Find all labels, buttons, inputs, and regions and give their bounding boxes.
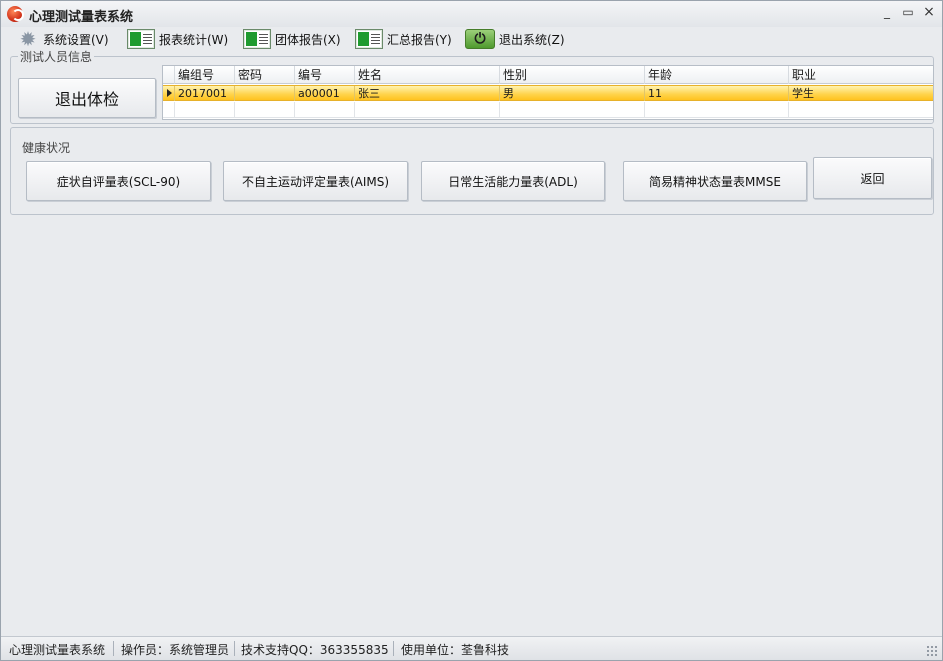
power-icon: ⏻ bbox=[465, 29, 495, 49]
column-header[interactable]: 年龄 bbox=[644, 66, 788, 84]
table-cell[interactable] bbox=[294, 102, 354, 117]
menu-label: 报表统计(W) bbox=[159, 32, 229, 47]
status-divider bbox=[393, 641, 394, 656]
spreadsheet-icon bbox=[243, 29, 271, 49]
table-cell[interactable] bbox=[644, 102, 788, 117]
app-logo-icon bbox=[7, 6, 24, 22]
table-cell[interactable] bbox=[788, 102, 933, 117]
menu-label: 汇总报告(Y) bbox=[387, 32, 452, 47]
menu-system-settings[interactable]: ✹ 系统设置(V) bbox=[17, 28, 109, 50]
table-cell[interactable]: a00001 bbox=[294, 86, 354, 101]
app-window: 心理测试量表系统 _ ▭ × ✹ 系统设置(V) 报表统计(W) 团体报告(X)… bbox=[0, 0, 943, 661]
scl90-button[interactable]: 症状自评量表(SCL-90) bbox=[26, 161, 211, 201]
menu-report-stats[interactable]: 报表统计(W) bbox=[127, 28, 228, 50]
table-cell[interactable]: 11 bbox=[644, 86, 788, 101]
person-grid: 编组号 密码 编号 姓名 性别 年龄 职业 2017001 a00001 张三 … bbox=[162, 65, 934, 120]
status-operator: 操作员：系统管理员 bbox=[121, 643, 230, 657]
column-header[interactable]: 职业 bbox=[788, 66, 933, 84]
table-cell[interactable] bbox=[499, 102, 644, 117]
spreadsheet-icon bbox=[127, 29, 155, 49]
table-cell[interactable]: 学生 bbox=[788, 86, 933, 101]
exit-exam-button[interactable]: 退出体检 bbox=[18, 78, 156, 118]
table-cell[interactable]: 2017001 bbox=[174, 86, 234, 101]
menu-exit-system[interactable]: ⏻ 退出系统(Z) bbox=[465, 28, 565, 50]
gear-icon: ✹ bbox=[19, 27, 37, 51]
menu-label: 团体报告(X) bbox=[275, 32, 341, 47]
table-cell[interactable]: 张三 bbox=[354, 86, 499, 101]
status-support: 技术支持QQ：363355835 bbox=[241, 643, 389, 657]
menu-bar: ✹ 系统设置(V) 报表统计(W) 团体报告(X) 汇总报告(Y) ⏻ 退出系统… bbox=[1, 27, 942, 51]
status-bar: 心理测试量表系统 操作员：系统管理员 技术支持QQ：363355835 使用单位… bbox=[1, 636, 942, 660]
column-header[interactable]: 编号 bbox=[294, 66, 354, 84]
menu-summary-report[interactable]: 汇总报告(Y) bbox=[355, 28, 452, 50]
menu-label: 系统设置(V) bbox=[43, 32, 109, 47]
adl-button[interactable]: 日常生活能力量表(ADL) bbox=[421, 161, 605, 201]
table-cell[interactable] bbox=[234, 86, 294, 101]
column-header[interactable]: 姓名 bbox=[354, 66, 499, 84]
menu-label: 退出系统(Z) bbox=[499, 32, 565, 47]
status-divider bbox=[113, 641, 114, 656]
table-row-new[interactable] bbox=[163, 102, 933, 118]
person-info-label: 测试人员信息 bbox=[18, 48, 95, 65]
status-app-name: 心理测试量表系统 bbox=[9, 643, 106, 657]
health-status-label: 健康状况 bbox=[20, 139, 73, 156]
mmse-button[interactable]: 简易精神状态量表MMSE bbox=[623, 161, 807, 201]
maximize-icon[interactable]: ▭ bbox=[899, 5, 917, 21]
status-divider bbox=[234, 641, 235, 656]
table-cell[interactable]: 男 bbox=[499, 86, 644, 101]
column-header[interactable]: 编组号 bbox=[174, 66, 234, 84]
column-header[interactable]: 性别 bbox=[499, 66, 644, 84]
status-unit: 使用单位：荃鲁科技 bbox=[401, 643, 510, 657]
aims-button[interactable]: 不自主运动评定量表(AIMS) bbox=[223, 161, 408, 201]
column-header[interactable]: 密码 bbox=[234, 66, 294, 84]
table-row[interactable]: 2017001 a00001 张三 男 11 学生 bbox=[163, 85, 933, 101]
menu-group-report[interactable]: 团体报告(X) bbox=[243, 28, 341, 50]
grid-header: 编组号 密码 编号 姓名 性别 年龄 职业 bbox=[163, 66, 933, 84]
close-icon[interactable]: × bbox=[920, 5, 938, 21]
table-cell[interactable] bbox=[174, 102, 234, 117]
return-button[interactable]: 返回 bbox=[813, 157, 932, 199]
row-indicator-icon bbox=[167, 89, 172, 97]
window-title: 心理测试量表系统 bbox=[29, 10, 134, 25]
table-cell[interactable] bbox=[354, 102, 499, 117]
spreadsheet-icon bbox=[355, 29, 383, 49]
minimize-icon[interactable]: _ bbox=[878, 5, 896, 21]
resize-grip-icon[interactable] bbox=[926, 645, 938, 657]
title-bar: 心理测试量表系统 _ ▭ × bbox=[1, 1, 942, 27]
table-cell[interactable] bbox=[234, 102, 294, 117]
